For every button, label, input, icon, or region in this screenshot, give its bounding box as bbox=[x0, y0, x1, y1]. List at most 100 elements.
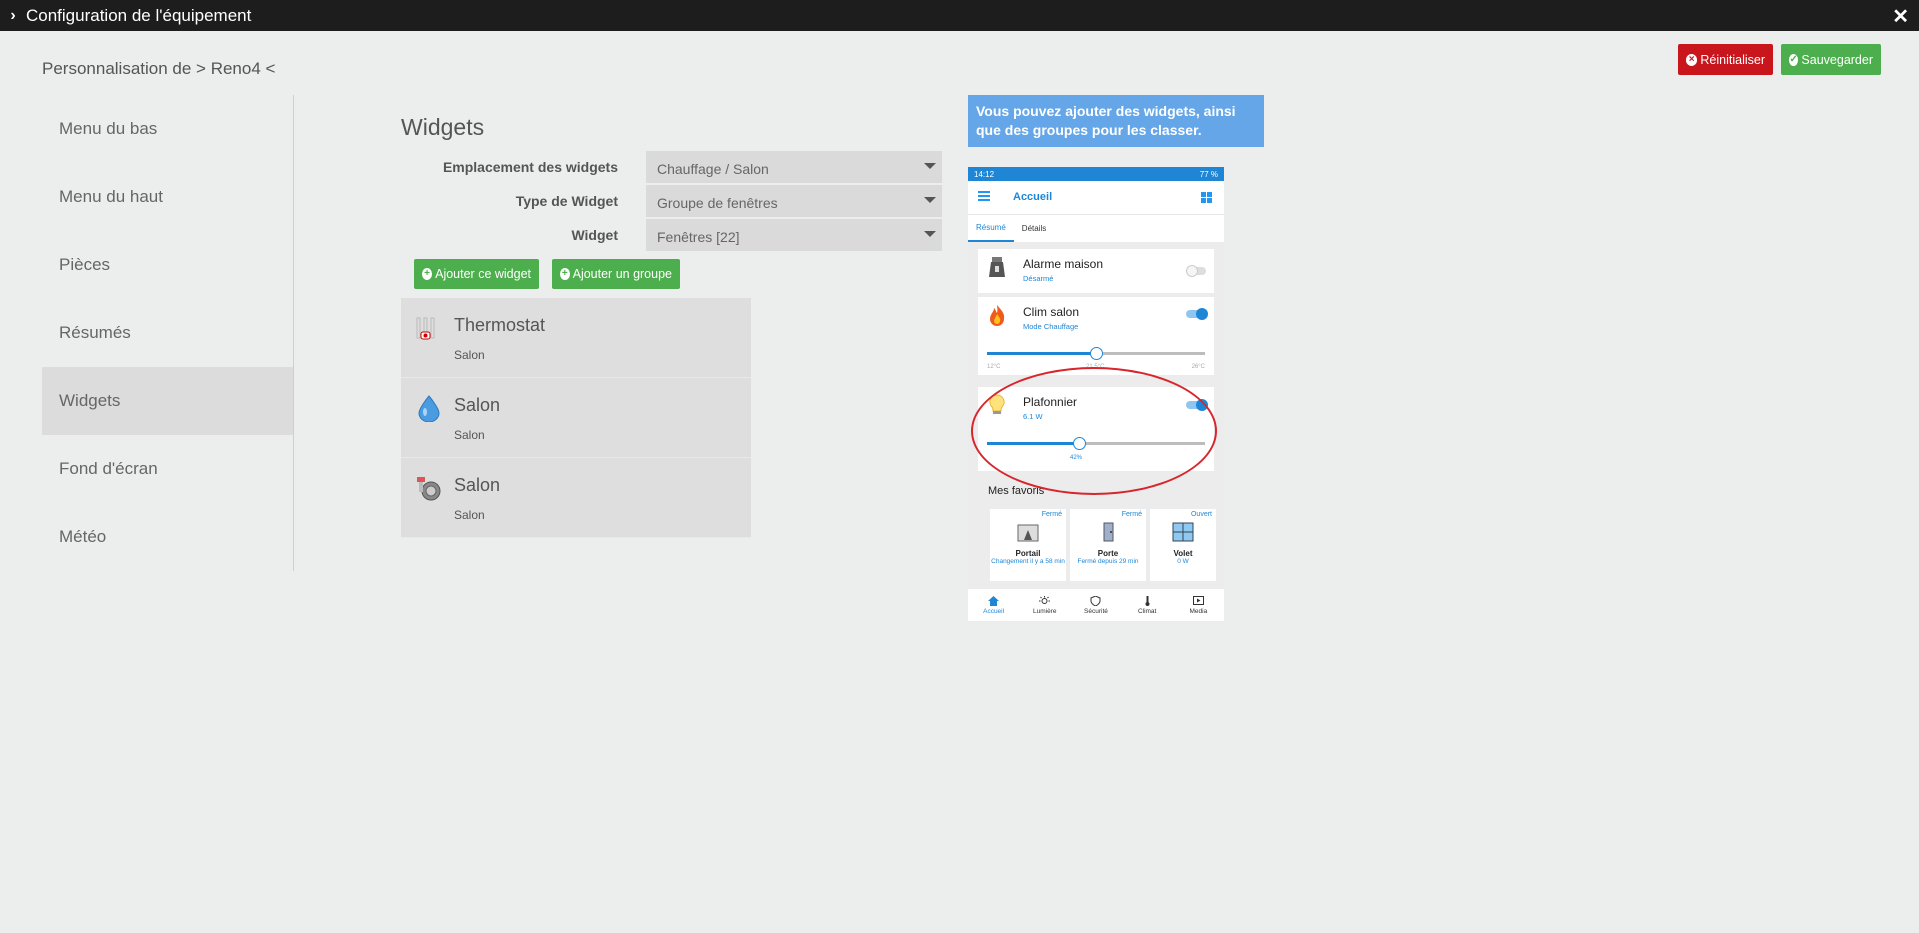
add-widget-label: Ajouter ce widget bbox=[435, 267, 531, 281]
widget-name: Salon bbox=[454, 395, 501, 415]
grid-icon[interactable] bbox=[1201, 192, 1212, 203]
widget-room: Salon bbox=[454, 428, 485, 442]
widget-name: Thermostat bbox=[454, 315, 546, 335]
add-group-button[interactable]: + Ajouter un groupe bbox=[552, 259, 680, 289]
widget-room: Salon bbox=[454, 508, 485, 522]
section-title: Widgets bbox=[401, 114, 485, 140]
favorite-porte[interactable]: Fermé Porte Fermé depuis 29 min bbox=[1070, 509, 1146, 581]
title-bar: › Configuration de l'équipement ✕ bbox=[0, 0, 1919, 31]
caret-down-icon bbox=[924, 197, 936, 203]
add-group-label: Ajouter un groupe bbox=[572, 267, 672, 281]
clim-slider[interactable] bbox=[987, 347, 1205, 360]
media-icon bbox=[1192, 595, 1204, 605]
light-icon bbox=[1039, 595, 1051, 604]
window-icon bbox=[1172, 522, 1194, 542]
nav-accueil[interactable]: Accueil bbox=[974, 595, 1014, 615]
sidebar: Menu du bas Menu du haut Pièces Résumés … bbox=[42, 95, 294, 571]
nav-securite[interactable]: Sécurité bbox=[1076, 595, 1116, 615]
sidebar-item-widgets[interactable]: Widgets bbox=[42, 367, 293, 435]
nav-label: Sécurité bbox=[1084, 607, 1108, 615]
sidebar-item-menu-du-bas[interactable]: Menu du bas bbox=[42, 95, 293, 163]
add-widget-button[interactable]: + Ajouter ce widget bbox=[414, 259, 539, 289]
alarm-card[interactable]: Alarme maison Désarmé bbox=[978, 249, 1214, 293]
favorite-volet[interactable]: Ouvert Volet 0 W bbox=[1150, 509, 1216, 581]
battery-level: 77 % bbox=[1199, 169, 1218, 179]
gate-icon bbox=[1017, 524, 1039, 542]
highlight-ellipse bbox=[971, 367, 1217, 495]
widget-label: Widget bbox=[571, 227, 618, 243]
type-label: Type de Widget bbox=[515, 193, 618, 209]
window-title: Configuration de l'équipement bbox=[26, 5, 252, 25]
widget-list: Thermostat Salon Salon Salon Salon Salon bbox=[401, 298, 751, 538]
widget-row: Widget Fenêtres [22] bbox=[401, 219, 942, 253]
widget-name: Salon bbox=[454, 475, 501, 495]
sidebar-item-pieces[interactable]: Pièces bbox=[42, 231, 293, 299]
page-heading: Personnalisation de > Reno4 < bbox=[42, 59, 276, 78]
type-select[interactable]: Groupe de fenêtres bbox=[646, 185, 942, 217]
sidebar-item-fond-ecran[interactable]: Fond d'écran bbox=[42, 435, 293, 503]
valve-icon bbox=[417, 477, 441, 501]
type-row: Type de Widget Groupe de fenêtres bbox=[401, 185, 942, 219]
favorite-name: Portail bbox=[1015, 549, 1041, 558]
location-label: Emplacement des widgets bbox=[442, 159, 618, 175]
slider-fill bbox=[987, 352, 1096, 355]
favorite-name: Porte bbox=[1097, 549, 1119, 558]
sidebar-item-resumes[interactable]: Résumés bbox=[42, 299, 293, 367]
thermometer-icon bbox=[416, 317, 435, 340]
card-name: Alarme maison bbox=[1023, 257, 1104, 271]
phone-app-bar: Accueil bbox=[968, 181, 1224, 214]
slider-max-label: 26°C bbox=[1191, 364, 1205, 370]
widget-select[interactable]: Fenêtres [22] bbox=[646, 219, 942, 251]
info-box: Vous pouvez ajouter des widgets, ainsi q… bbox=[968, 95, 1264, 147]
save-label: Sauvegarder bbox=[1801, 52, 1873, 67]
home-icon bbox=[988, 595, 1000, 606]
reset-button[interactable]: × Réinitialiser bbox=[1678, 44, 1773, 75]
times-circle-icon: × bbox=[1686, 53, 1698, 66]
card-status: Mode Chauffage bbox=[1023, 322, 1079, 331]
phone-bottom-nav: Accueil Lumière Sécurité Climat Media bbox=[968, 589, 1224, 621]
location-row: Emplacement des widgets Chauffage / Salo… bbox=[401, 151, 942, 185]
nav-label: Media bbox=[1189, 607, 1208, 615]
list-item[interactable]: Salon Salon bbox=[401, 378, 751, 458]
sidebar-item-menu-du-haut[interactable]: Menu du haut bbox=[42, 163, 293, 231]
check-circle-icon: ✓ bbox=[1789, 53, 1799, 66]
phone-tabs: Résumé Détails bbox=[968, 214, 1224, 242]
widget-room: Salon bbox=[454, 348, 485, 362]
list-item[interactable]: Salon Salon bbox=[401, 458, 751, 538]
nav-media[interactable]: Media bbox=[1178, 595, 1218, 615]
sidebar-item-meteo[interactable]: Météo bbox=[42, 503, 293, 571]
favorite-portail[interactable]: Fermé Portail Changement il y a 58 min bbox=[990, 509, 1066, 581]
slider-knob[interactable] bbox=[1090, 347, 1103, 360]
alarm-toggle[interactable] bbox=[1186, 265, 1206, 277]
reset-label: Réinitialiser bbox=[1700, 52, 1765, 67]
clim-toggle[interactable] bbox=[1186, 308, 1208, 320]
thermometer-icon bbox=[1145, 595, 1150, 606]
nav-climat[interactable]: Climat bbox=[1127, 595, 1167, 615]
favorite-state: Fermé bbox=[1041, 511, 1062, 518]
favorite-detail: 0 W bbox=[1177, 558, 1189, 565]
clim-card[interactable]: Clim salon Mode Chauffage 12°C 21.5°C 26… bbox=[978, 297, 1214, 375]
favorite-detail: Changement il y a 58 min bbox=[991, 558, 1065, 565]
favorite-state: Ouvert bbox=[1190, 511, 1212, 518]
chevron-right-icon: › bbox=[10, 6, 16, 24]
nav-lumiere[interactable]: Lumière bbox=[1025, 595, 1065, 615]
nav-label: Climat bbox=[1137, 607, 1157, 615]
type-value: Groupe de fenêtres bbox=[657, 195, 778, 211]
card-status: Désarmé bbox=[1023, 274, 1054, 283]
list-item[interactable]: Thermostat Salon bbox=[401, 298, 751, 378]
water-drop-icon bbox=[418, 395, 440, 422]
nav-label: Lumière bbox=[1033, 607, 1057, 615]
favorite-state: Fermé bbox=[1121, 511, 1142, 518]
flame-icon bbox=[990, 305, 1005, 326]
location-select[interactable]: Chauffage / Salon bbox=[646, 151, 942, 183]
hamburger-menu-icon[interactable] bbox=[978, 191, 990, 203]
plus-circle-icon: + bbox=[422, 268, 433, 280]
tab-resume[interactable]: Résumé bbox=[968, 215, 1014, 242]
close-icon[interactable]: ✕ bbox=[1892, 4, 1909, 29]
nav-label: Accueil bbox=[983, 607, 1005, 615]
save-button[interactable]: ✓ Sauvegarder bbox=[1781, 44, 1881, 75]
caret-down-icon bbox=[924, 231, 936, 237]
location-value: Chauffage / Salon bbox=[657, 161, 769, 177]
alarm-icon bbox=[989, 257, 1005, 277]
tab-details[interactable]: Détails bbox=[1014, 215, 1054, 242]
